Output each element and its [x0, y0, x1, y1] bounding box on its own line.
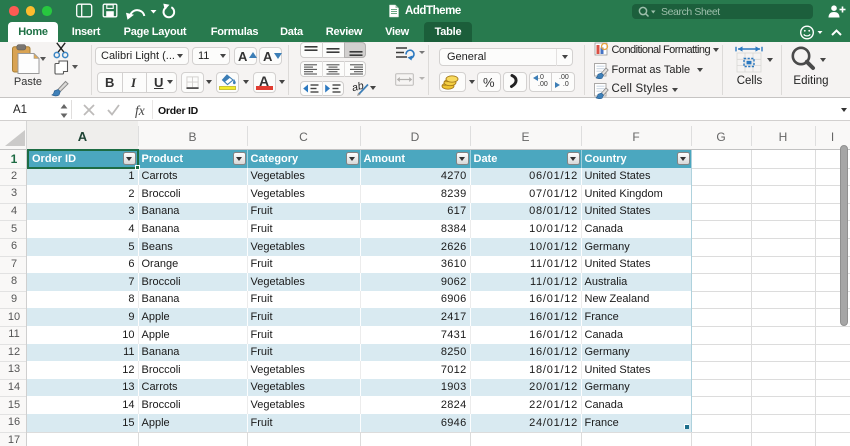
- svg-text:fx: fx: [135, 103, 145, 118]
